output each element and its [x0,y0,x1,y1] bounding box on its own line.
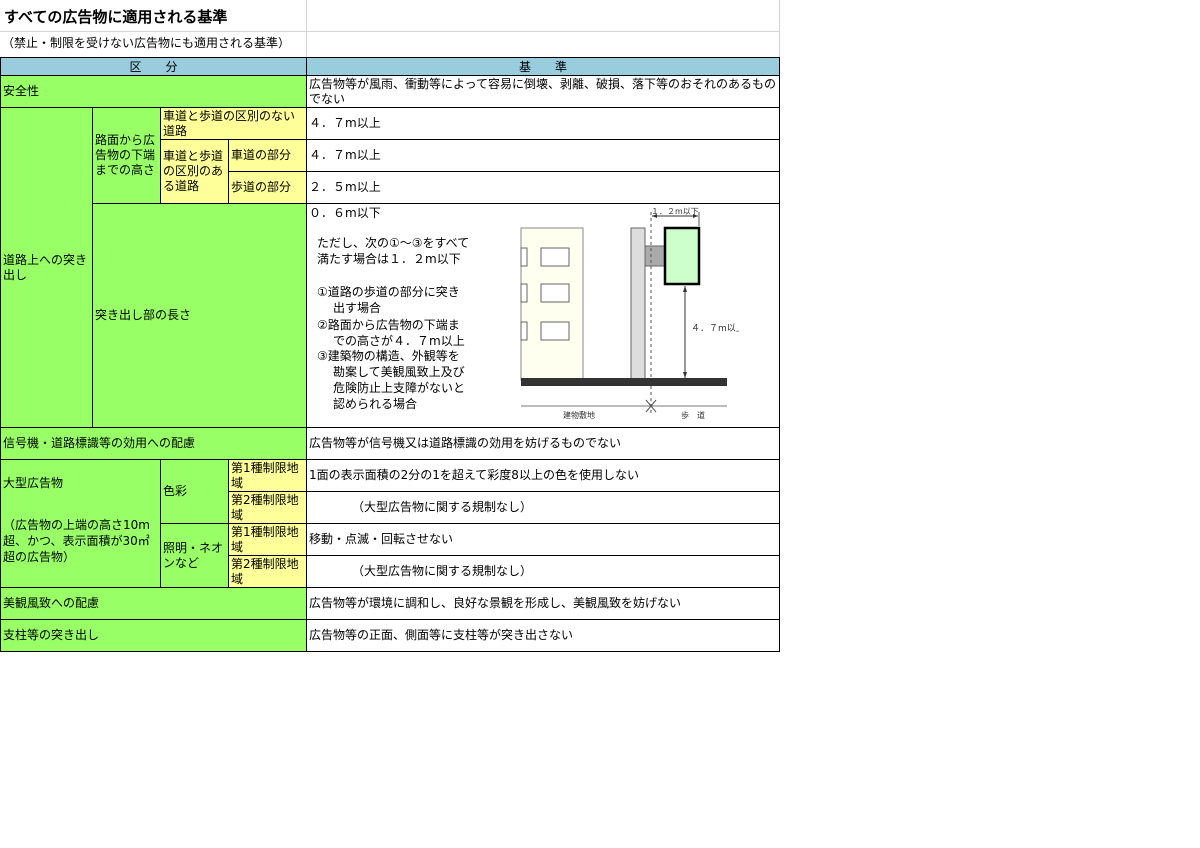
standard-light-zone2: （大型広告物に関する規制なし） [307,556,780,588]
standard-text: ４．７m以上 [309,116,381,130]
row-label-scenery: 美観風致への配慮 [1,588,307,620]
carriageway-label: 車道の部分 [229,140,307,172]
label-text: 突き出し部の長さ [95,308,192,322]
building-window [520,247,528,267]
condition-3c: 危険防止上支障がないと [333,381,466,395]
standard-projection: ０．６m以下 ただし、次の①～③をすべて 満たす場合は１．２m以下 ①道路の歩道… [307,204,780,428]
with-division-label: 車道と歩道の区別のある道路 [161,140,229,204]
standard-text: ２．５m以上 [309,180,381,194]
condition-2b: での高さが４．７m以上 [333,334,465,348]
lighting-label: 照明・ネオンなど [161,524,229,588]
zone1-label: 第1種制限地域 [229,524,307,556]
arrow-head [683,286,687,292]
projection-label: 突き出し部の長さ [93,204,307,428]
building-window [520,283,528,303]
proviso-line-1: ただし、次の①～③をすべて [317,236,470,250]
condition-1a: ①道路の歩道の部分に突き [317,285,460,299]
grid-cell [306,31,780,58]
standard-text: ４．７m以上 [309,148,381,162]
pillar-shape [630,227,646,381]
large-note: （広告物の上端の高さ10m超、かつ、表示面積が30㎡超の広告物） [3,518,150,564]
label-text: 色彩 [163,484,188,498]
row-label-road: 道路上への突き出し [1,108,93,428]
standard-color-zone2: （大型広告物に関する規制なし） [307,492,780,524]
standard-color-zone1: 1面の表示面積の2分の1を超えて彩度8以上の色を使用しない [307,460,780,492]
row-label-safety: 安全性 [1,76,307,108]
row-label-pillar: 支柱等の突き出し [1,620,307,652]
grid-cell [306,0,780,32]
condition-3a: ③建築物の構造、外観等を [317,349,460,363]
row-label-large: 大型広告物 （広告物の上端の高さ10m超、かつ、表示面積が30㎡超の広告物） [1,460,161,588]
standard-text: 広告物等が信号機又は道路標識の効用を妨げるものでない [309,436,622,450]
label-text: 信号機・道路標識等の効用への配慮 [3,436,196,450]
projection-diagram: １．２m以下 ４．７m以上 建物敷地 歩 道 [520,207,739,420]
standard-signal: 広告物等が信号機又は道路標識の効用を妨げるものでない [307,428,780,460]
proviso-line-2: 満たす場合は１．２m以下 [317,252,461,266]
standard-carriageway: ４．７m以上 [307,140,780,172]
building-window [540,321,570,341]
building-window [540,283,570,303]
sign-bracket [644,245,666,267]
condition-2a: ②路面から広告物の下端ま [317,318,460,332]
standard-text: （大型広告物に関する規制なし） [352,564,533,578]
label-text: 照明・ネオンなど [163,540,224,570]
standard-text: 移動・点滅・回転させない [309,532,454,546]
standard-pillar: 広告物等の正面、側面等に支柱等が突き出さない [307,620,780,652]
standard-text: 広告物等の正面、側面等に支柱等が突き出さない [309,628,574,642]
ground-shape [521,378,727,386]
label-text: 車道と歩道の区別のある道路 [163,149,224,193]
label-text: 車道の部分 [231,148,292,162]
condition-3b: 勘案して美観風致上及び [333,365,465,379]
color-label: 色彩 [161,460,229,524]
label-text: 路面から広告物の下端までの高さ [95,133,156,177]
label-text: 美観風致への配慮 [3,596,100,610]
top-dimension-label: １．２m以下 [651,207,699,216]
standard-text: 1面の表示面積の2分の1を超えて彩度8以上の色を使用しない [309,468,639,482]
sidewalk-label: 歩道の部分 [229,172,307,204]
label-text: 道路上への突き出し [3,252,88,282]
standard-safety: 広告物等が風雨、衝動等によって容易に倒壊、剥離、破損、落下等のおそれのあるもので… [307,76,780,108]
zone1-label: 第1種制限地域 [229,460,307,492]
page-subtitle: （禁止・制限を受けない広告物にも適用される基準） [2,36,291,50]
header-standard: 基 準 [307,58,780,76]
no-division-label: 車道と歩道の区別のない道路 [161,108,307,140]
large-label: 大型広告物 [3,476,64,490]
standard-sidewalk: ２．５m以上 [307,172,780,204]
label-text: 安全性 [3,84,40,98]
row-label-signal: 信号機・道路標識等の効用への配慮 [1,428,307,460]
height-label: 路面から広告物の下端までの高さ [93,108,161,204]
label-text: 歩道の部分 [231,180,292,194]
projection-std-text: ０．６m以下 [309,206,381,220]
page-title: すべての広告物に適用される基準 [4,8,228,26]
building-window [520,321,528,341]
standard-no-division: ４．７m以上 [307,108,780,140]
condition-1b: 出す場合 [333,301,382,315]
header-category: 区 分 [1,58,307,76]
arrow-head [683,372,687,378]
standard-light-zone1: 移動・点滅・回転させない [307,524,780,556]
label-text: 支柱等の突き出し [3,628,100,642]
sign-shape [663,226,701,286]
height-dimension-label: ４．７m以上 [691,323,739,334]
site-label: 建物敷地 [563,410,595,420]
standard-scenery: 広告物等が環境に調和し、良好な景観を形成し、美観風致を妨げない [307,588,780,620]
zone2-label: 第2種制限地域 [229,492,307,524]
standard-text: 広告物等が環境に調和し、良好な景観を形成し、美観風致を妨げない [309,596,682,610]
standard-text: （大型広告物に関する規制なし） [352,500,533,514]
zone2-label: 第2種制限地域 [229,556,307,588]
walk-label: 歩 道 [681,410,705,420]
condition-3d: 認められる場合 [333,397,418,411]
building-window [540,247,570,267]
